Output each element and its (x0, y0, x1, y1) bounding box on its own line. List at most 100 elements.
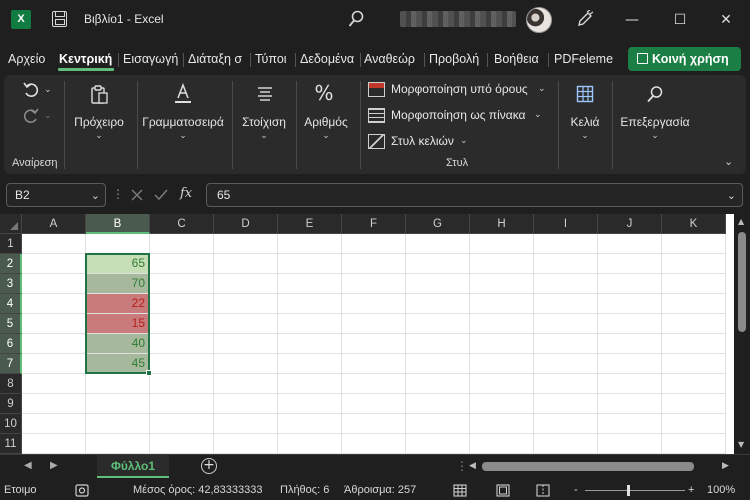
fill-handle[interactable] (146, 370, 152, 376)
chevron-down-icon[interactable]: ⌄ (727, 189, 736, 202)
add-sheet-button[interactable]: + (201, 458, 217, 474)
select-all-corner[interactable] (0, 214, 22, 234)
status-sum[interactable]: Άθροισμα: 257 (344, 484, 416, 496)
editing-button[interactable]: Επεξεργασία (616, 115, 694, 129)
cell[interactable] (278, 394, 342, 414)
zoom-level[interactable]: 100% (707, 484, 735, 496)
cell[interactable] (342, 314, 406, 334)
scroll-down-icon[interactable]: ▼ (738, 440, 744, 449)
cell[interactable] (278, 234, 342, 254)
cell[interactable] (662, 434, 726, 454)
cell[interactable] (150, 354, 214, 374)
cell[interactable] (150, 294, 214, 314)
cell[interactable] (470, 314, 534, 334)
cell[interactable] (470, 254, 534, 274)
chevron-down-icon[interactable]: ⌄ (91, 189, 100, 202)
cell[interactable] (534, 354, 598, 374)
align-icon[interactable] (256, 85, 274, 103)
ribbon-expand-icon[interactable]: ⌄ (724, 155, 733, 168)
cell[interactable] (470, 374, 534, 394)
cell[interactable] (470, 414, 534, 434)
tab-formulas[interactable]: Τύποι (255, 52, 287, 66)
cell[interactable] (662, 354, 726, 374)
cell[interactable] (342, 274, 406, 294)
cell[interactable] (278, 254, 342, 274)
clipboard-button[interactable]: Πρόχειρο (68, 115, 130, 129)
redo-dropdown-icon[interactable]: ⌄ (44, 111, 52, 121)
vertical-scrollbar[interactable]: ▲ ▼ (734, 214, 750, 454)
cell[interactable] (214, 274, 278, 294)
cell[interactable] (470, 234, 534, 254)
column-header[interactable]: H (470, 214, 534, 234)
cell[interactable] (22, 414, 86, 434)
accessibility-icon[interactable] (75, 484, 89, 497)
maximize-button[interactable]: ☐ (665, 8, 695, 32)
cell[interactable] (22, 234, 86, 254)
cells-button[interactable]: Κελιά (562, 115, 608, 129)
avatar[interactable] (526, 7, 552, 33)
cell[interactable] (406, 414, 470, 434)
cell[interactable] (278, 354, 342, 374)
column-header[interactable]: G (406, 214, 470, 234)
clipboard-dropdown-icon[interactable]: ⌄ (68, 131, 130, 141)
cell[interactable] (150, 394, 214, 414)
cell[interactable] (214, 334, 278, 354)
column-header[interactable]: A (22, 214, 86, 234)
cell[interactable] (22, 294, 86, 314)
font-button[interactable]: Γραμματοσειρά (140, 115, 226, 129)
cell[interactable] (278, 274, 342, 294)
cells-icon[interactable] (576, 85, 594, 103)
column-header[interactable]: F (342, 214, 406, 234)
cell[interactable] (662, 294, 726, 314)
row-header[interactable]: 8 (0, 374, 22, 394)
cell[interactable] (214, 294, 278, 314)
cell[interactable] (406, 254, 470, 274)
insert-function-button[interactable]: fx (180, 186, 192, 201)
cell[interactable] (150, 254, 214, 274)
cell[interactable] (150, 434, 214, 454)
cell[interactable] (278, 294, 342, 314)
pen-icon[interactable] (576, 10, 594, 28)
cell[interactable] (406, 234, 470, 254)
next-sheet-icon[interactable]: ▶ (50, 460, 58, 471)
cell[interactable] (214, 434, 278, 454)
cell[interactable] (406, 294, 470, 314)
cell[interactable] (150, 374, 214, 394)
conditional-formatting-button[interactable]: Μορφοποίηση υπό όρους ⌄ (368, 82, 548, 99)
cell[interactable] (214, 414, 278, 434)
value-cell[interactable]: 70 (86, 274, 150, 294)
zoom-in-button[interactable]: + (688, 484, 694, 496)
vertical-scroll-thumb[interactable] (738, 232, 746, 332)
row-header[interactable]: 4 (0, 294, 22, 314)
cell[interactable] (598, 394, 662, 414)
number-dropdown-icon[interactable]: ⌄ (298, 131, 354, 141)
value-cell[interactable]: 65 (86, 254, 150, 274)
cell[interactable] (534, 434, 598, 454)
cell[interactable] (470, 274, 534, 294)
cell[interactable] (598, 434, 662, 454)
cancel-icon[interactable] (130, 188, 144, 202)
scroll-left-icon[interactable]: ◀ (469, 461, 476, 471)
sheet-options-icon[interactable]: ⋮ (456, 459, 468, 473)
cell[interactable] (22, 354, 86, 374)
column-header[interactable]: J (598, 214, 662, 234)
value-cell[interactable]: 22 (86, 294, 150, 314)
horizontal-scroll-thumb[interactable] (482, 462, 694, 471)
cell[interactable] (214, 394, 278, 414)
cell[interactable] (534, 394, 598, 414)
cell[interactable] (406, 374, 470, 394)
percent-icon[interactable]: % (312, 81, 336, 105)
cell[interactable] (342, 234, 406, 254)
cell[interactable] (406, 434, 470, 454)
scroll-up-icon[interactable]: ▲ (738, 217, 744, 226)
cell[interactable] (22, 274, 86, 294)
cell-styles-button[interactable]: Στυλ κελιών ⌄ (368, 134, 488, 151)
cell[interactable] (278, 334, 342, 354)
cell[interactable] (342, 434, 406, 454)
column-header[interactable]: B (86, 214, 150, 234)
tab-page-layout[interactable]: Διάταξη σ (188, 52, 242, 66)
status-count[interactable]: Πλήθος: 6 (280, 484, 329, 496)
row-header[interactable]: 7 (0, 354, 22, 374)
cell[interactable] (150, 234, 214, 254)
page-layout-icon[interactable] (496, 484, 510, 497)
